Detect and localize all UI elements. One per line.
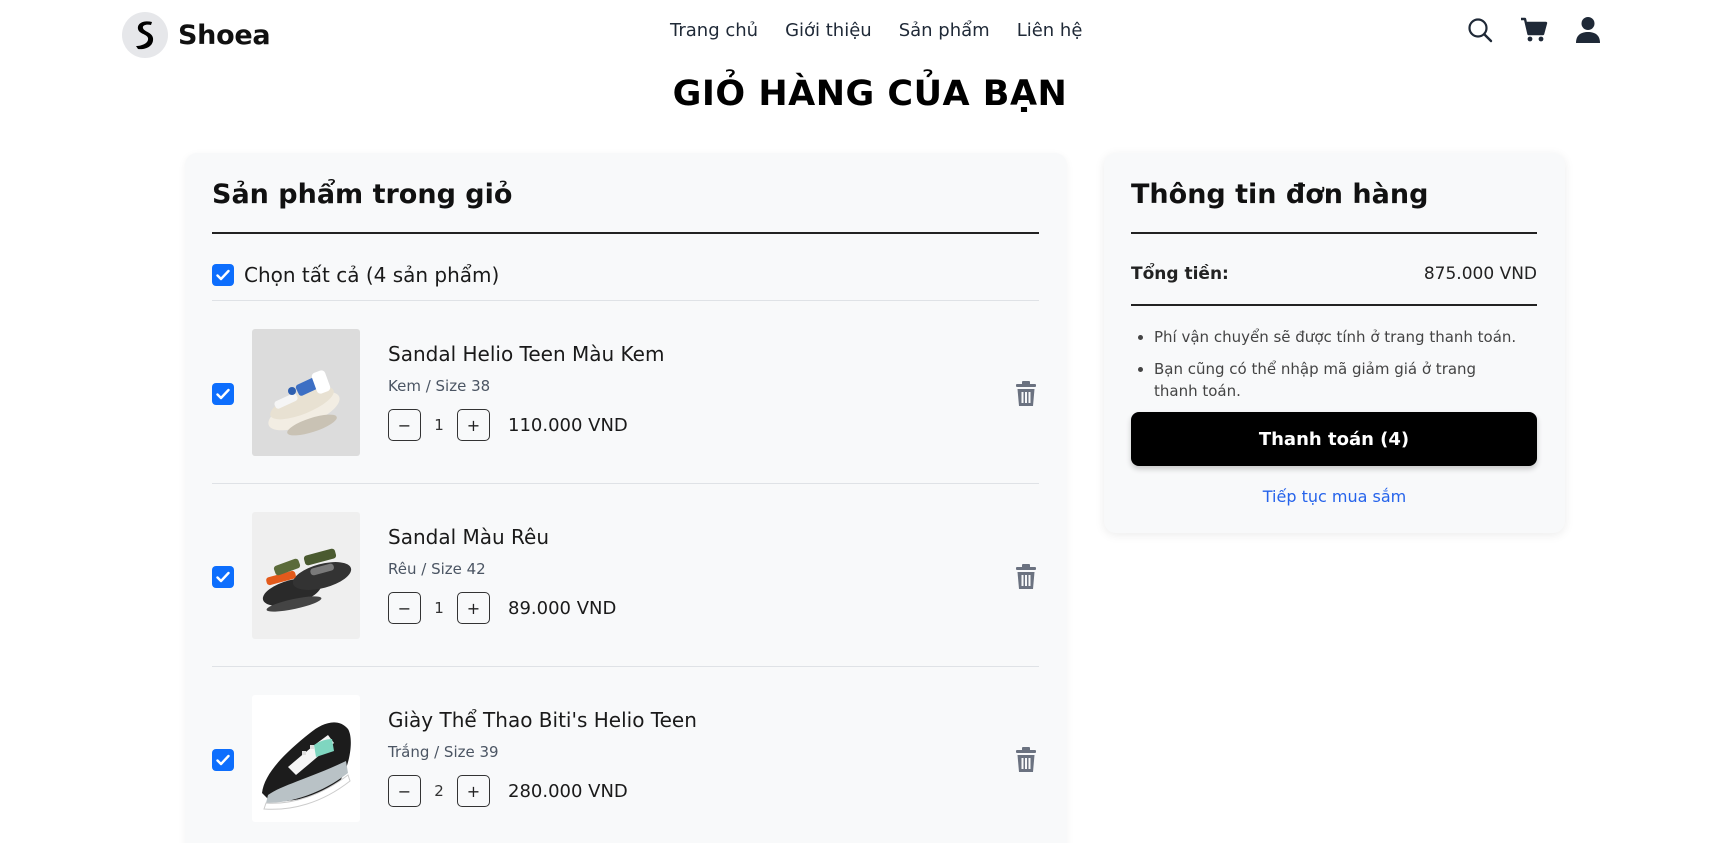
item-price: 110.000 VND [508, 414, 628, 436]
item-price: 89.000 VND [508, 597, 617, 619]
item-variant: Trắng / Size 39 [388, 743, 499, 761]
total-value: 875.000 VND [1423, 264, 1537, 284]
cart-item: Sandal Màu Rêu Rêu / Size 42 − 1 + 89.00… [212, 512, 1039, 642]
quantity-stepper: − 1 + 89.000 VND [388, 592, 616, 624]
decrease-quantity-button[interactable]: − [388, 409, 421, 441]
select-all-label: Chọn tất cả (4 sản phẩm) [244, 263, 500, 287]
trash-icon[interactable] [1015, 747, 1039, 773]
nav-item-about[interactable]: Giới thiệu [785, 20, 872, 41]
quantity-stepper: − 2 + 280.000 VND [388, 775, 628, 807]
note-item: Bạn cũng có thể nhập mã giảm giá ở trang… [1154, 358, 1524, 402]
item-checkbox[interactable] [212, 383, 234, 405]
item-variant: Rêu / Size 42 [388, 560, 486, 578]
nav-item-products[interactable]: Sản phẩm [899, 20, 990, 41]
note-item: Phí vận chuyển sẽ được tính ở trang than… [1154, 326, 1524, 348]
quantity-value: 1 [434, 416, 444, 434]
cart-panel-title: Sản phẩm trong giỏ [212, 179, 513, 210]
item-name[interactable]: Sandal Màu Rêu [388, 525, 549, 549]
divider [212, 232, 1039, 234]
trash-icon[interactable] [1015, 564, 1039, 590]
checkout-button[interactable]: Thanh toán (4) [1131, 412, 1537, 466]
product-image[interactable] [252, 512, 360, 639]
item-checkbox[interactable] [212, 566, 234, 588]
divider [212, 483, 1039, 484]
total-label: Tổng tiền: [1131, 264, 1229, 284]
continue-shopping-link[interactable]: Tiếp tục mua sắm [1104, 487, 1565, 506]
item-name[interactable]: Sandal Helio Teen Màu Kem [388, 342, 664, 366]
brand-name: Shoea [178, 19, 271, 51]
order-summary-panel: Thông tin đơn hàng Tổng tiền: 875.000 VN… [1104, 153, 1565, 533]
item-checkbox[interactable] [212, 749, 234, 771]
logo-mark-icon [122, 12, 168, 58]
item-name[interactable]: Giày Thể Thao Biti's Helio Teen [388, 708, 697, 732]
cart-item: Giày Thể Thao Biti's Helio Teen Trắng / … [212, 695, 1039, 825]
product-image[interactable] [252, 695, 360, 822]
quantity-value: 1 [434, 599, 444, 617]
item-price: 280.000 VND [508, 780, 628, 802]
header-actions [1466, 16, 1602, 44]
divider [1131, 232, 1537, 234]
cart-panel: Sản phẩm trong giỏ Chọn tất cả (4 sản ph… [185, 153, 1067, 843]
divider [212, 666, 1039, 667]
decrease-quantity-button[interactable]: − [388, 592, 421, 624]
quantity-stepper: − 1 + 110.000 VND [388, 409, 628, 441]
cart-icon[interactable] [1520, 16, 1548, 44]
brand-logo[interactable]: Shoea [122, 12, 271, 58]
increase-quantity-button[interactable]: + [457, 775, 490, 807]
increase-quantity-button[interactable]: + [457, 409, 490, 441]
nav-item-contact[interactable]: Liên hệ [1017, 20, 1083, 41]
cart-item: Sandal Helio Teen Màu Kem Kem / Size 38 … [212, 329, 1039, 459]
main-nav: Trang chủ Giới thiệu Sản phẩm Liên hệ [670, 20, 1082, 41]
trash-icon[interactable] [1015, 381, 1039, 407]
user-icon[interactable] [1574, 16, 1602, 44]
quantity-value: 2 [434, 782, 444, 800]
header: Shoea Trang chủ Giới thiệu Sản phẩm Liên… [0, 0, 1718, 70]
divider [212, 300, 1039, 301]
nav-item-home[interactable]: Trang chủ [670, 20, 758, 41]
page-title: GIỎ HÀNG CỦA BẠN [672, 74, 1068, 114]
order-notes: Phí vận chuyển sẽ được tính ở trang than… [1154, 326, 1524, 412]
search-icon[interactable] [1466, 16, 1494, 44]
product-image[interactable] [252, 329, 360, 456]
divider [1131, 304, 1537, 306]
increase-quantity-button[interactable]: + [457, 592, 490, 624]
decrease-quantity-button[interactable]: − [388, 775, 421, 807]
item-variant: Kem / Size 38 [388, 377, 491, 395]
select-all[interactable]: Chọn tất cả (4 sản phẩm) [212, 263, 499, 287]
order-summary-title: Thông tin đơn hàng [1131, 179, 1429, 210]
select-all-checkbox[interactable] [212, 264, 234, 286]
